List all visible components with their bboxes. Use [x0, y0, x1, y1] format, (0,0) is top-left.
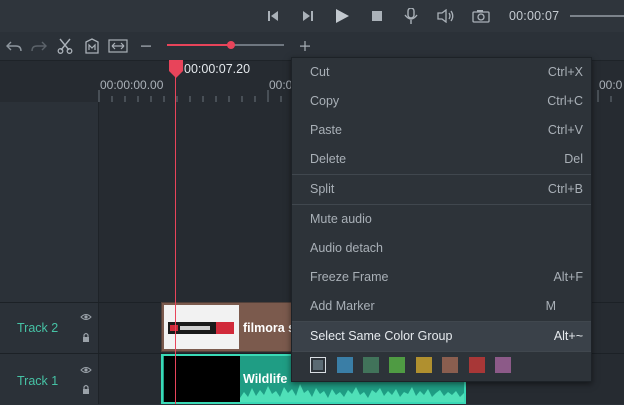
menu-item-label: Audio detach	[310, 241, 383, 255]
skip-back-icon[interactable]	[262, 5, 284, 27]
menu-item-shortcut: Alt+~	[553, 329, 583, 343]
menu-item-label: Cut	[310, 65, 330, 79]
menu-item-freeze-frame[interactable]: Freeze Frame Alt+F	[292, 263, 591, 292]
menu-item-label: Copy	[310, 94, 340, 108]
transport-bar: 00:00:07	[0, 0, 624, 32]
snapshot-icon[interactable]	[470, 5, 492, 27]
ruler-label: 00:00:00.00	[100, 78, 164, 92]
menu-item-audio-detach[interactable]: Audio detach	[292, 234, 591, 263]
color-swatch-brown[interactable]	[442, 357, 458, 373]
clip-title: filmora s	[243, 321, 296, 335]
playhead-line[interactable]	[175, 62, 176, 404]
color-swatch-blue[interactable]	[337, 357, 353, 373]
menu-item-shortcut: Ctrl+C	[547, 94, 583, 108]
menu-item-mute-audio[interactable]: Mute audio	[292, 205, 591, 234]
menu-item-label: Delete	[310, 152, 347, 166]
menu-item-shortcut: Alt+F	[553, 270, 583, 284]
fit-icon[interactable]	[108, 37, 128, 55]
title-clip[interactable]: filmora s	[161, 302, 301, 352]
menu-item-add-marker[interactable]: Add Marker M	[292, 292, 591, 321]
menu-item-shortcut: M	[545, 299, 556, 313]
eye-icon[interactable]	[80, 364, 92, 376]
ruler-label: 00:0	[599, 78, 623, 92]
menu-item-label: Freeze Frame	[310, 270, 389, 284]
menu-item-delete[interactable]: Delete Del	[292, 145, 591, 174]
menu-item-split[interactable]: Split Ctrl+B	[292, 175, 591, 204]
menu-item-shortcut: Ctrl+V	[547, 123, 583, 137]
zoom-slider-fill	[167, 44, 231, 46]
menu-item-label: Paste	[310, 123, 342, 137]
menu-item-select-same-color-group[interactable]: Select Same Color Group Alt+~	[292, 322, 591, 351]
menu-item-paste[interactable]: Paste Ctrl+V	[292, 116, 591, 145]
ruler-label: 00:0	[269, 78, 293, 92]
zoom-out-icon[interactable]	[136, 37, 156, 55]
volume-slider[interactable]	[570, 15, 624, 17]
menu-item-shortcut: Del	[564, 152, 583, 166]
color-swatch-purple[interactable]	[495, 357, 511, 373]
menu-item-shortcut: Ctrl+X	[547, 65, 583, 79]
stop-icon[interactable]	[366, 5, 388, 27]
zoom-slider-handle[interactable]	[227, 41, 235, 49]
menu-item-label: Split	[310, 182, 335, 196]
context-menu: Cut Ctrl+X Copy Ctrl+C Paste Ctrl+V Dele…	[291, 57, 592, 382]
menu-item-label: Add Marker	[310, 299, 375, 313]
track-name[interactable]: Track 1	[17, 374, 58, 388]
volume-icon[interactable]	[435, 5, 457, 27]
undo-icon[interactable]	[4, 37, 24, 55]
redo-icon[interactable]	[29, 37, 49, 55]
menu-item-cut[interactable]: Cut Ctrl+X	[292, 58, 591, 87]
microphone-icon[interactable]	[400, 5, 422, 27]
color-swatch-dark-green[interactable]	[363, 357, 379, 373]
color-swatch-green[interactable]	[389, 357, 405, 373]
color-swatch-red[interactable]	[469, 357, 485, 373]
menu-item-copy[interactable]: Copy Ctrl+C	[292, 87, 591, 116]
playhead-time: 00:00:07.20	[184, 62, 251, 76]
current-timecode: 00:00:07	[509, 9, 560, 23]
play-icon[interactable]	[331, 5, 353, 27]
color-swatch-gray[interactable]	[310, 357, 326, 373]
ruler-corner	[0, 61, 98, 102]
menu-item-label: Select Same Color Group	[310, 329, 453, 343]
menu-item-label: Mute audio	[310, 212, 372, 226]
menu-item-shortcut: Ctrl+B	[547, 182, 583, 196]
cut-icon[interactable]	[55, 37, 75, 55]
lock-icon[interactable]	[80, 383, 92, 395]
lock-icon[interactable]	[80, 331, 92, 343]
marker-icon[interactable]	[82, 37, 102, 55]
step-forward-icon[interactable]	[297, 5, 319, 27]
menu-separator	[292, 351, 591, 352]
zoom-in-icon[interactable]	[295, 37, 315, 55]
playhead-handle[interactable]	[169, 60, 183, 78]
track-name[interactable]: Track 2	[17, 321, 58, 335]
color-swatch-yellow[interactable]	[416, 357, 432, 373]
eye-icon[interactable]	[80, 311, 92, 323]
